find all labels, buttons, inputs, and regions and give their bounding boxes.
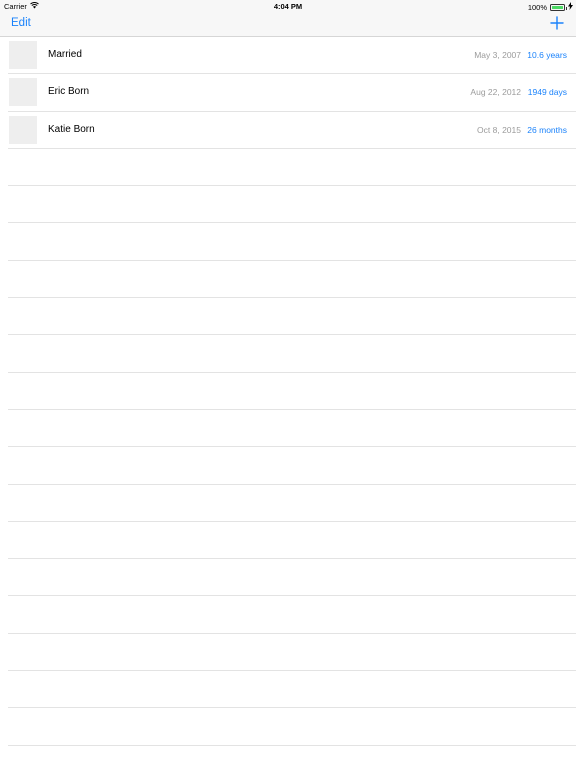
empty-row bbox=[8, 373, 576, 410]
empty-row bbox=[8, 634, 576, 672]
event-thumbnail bbox=[9, 115, 37, 144]
navigation-bar: Edit bbox=[0, 12, 576, 37]
empty-row bbox=[8, 186, 576, 224]
battery-icon bbox=[550, 3, 567, 11]
charging-bolt-icon bbox=[568, 2, 573, 12]
event-elapsed: 1949 days bbox=[527, 87, 567, 98]
empty-row bbox=[8, 298, 576, 336]
battery-fill bbox=[552, 5, 563, 9]
event-elapsed: 10.6 years bbox=[527, 50, 567, 60]
event-title: Katie Born bbox=[48, 123, 95, 135]
event-thumbnail bbox=[9, 41, 37, 69]
event-row[interactable]: Eric Born Aug 22, 2012 1949 days bbox=[8, 74, 576, 112]
battery-percent: 100% bbox=[527, 2, 547, 12]
status-time: 4:04 PM bbox=[273, 2, 303, 11]
empty-row bbox=[8, 708, 576, 746]
empty-row bbox=[8, 559, 576, 597]
event-elapsed: 26 months bbox=[527, 124, 567, 135]
event-date: Oct 8, 2015 bbox=[477, 124, 521, 135]
empty-row bbox=[8, 447, 576, 485]
empty-row bbox=[8, 671, 576, 709]
event-date: May 3, 2007 bbox=[474, 50, 521, 60]
empty-row bbox=[8, 522, 576, 560]
battery-group: 100% bbox=[528, 2, 573, 12]
event-row[interactable]: Married May 3, 2007 10.6 years bbox=[8, 37, 576, 75]
battery-tip bbox=[565, 6, 567, 10]
event-title: Married bbox=[48, 49, 82, 60]
empty-row bbox=[8, 261, 576, 299]
empty-row bbox=[8, 149, 576, 187]
empty-row bbox=[8, 335, 576, 373]
add-button[interactable] bbox=[549, 15, 565, 31]
event-row[interactable]: Katie Born Oct 8, 2015 26 months bbox=[8, 112, 576, 149]
plus-icon bbox=[550, 16, 564, 30]
event-thumbnail bbox=[9, 78, 37, 107]
event-date: Aug 22, 2012 bbox=[470, 87, 521, 98]
empty-row bbox=[8, 410, 576, 448]
status-bar: Carrier 4:04 PM 100% bbox=[0, 0, 576, 12]
empty-row bbox=[8, 596, 576, 634]
edit-button[interactable]: Edit bbox=[11, 17, 31, 29]
empty-row bbox=[8, 485, 576, 522]
empty-row bbox=[8, 223, 576, 261]
events-table: Married May 3, 2007 10.6 years Eric Born Aug… bbox=[0, 37, 576, 746]
event-title: Eric Born bbox=[48, 86, 90, 98]
